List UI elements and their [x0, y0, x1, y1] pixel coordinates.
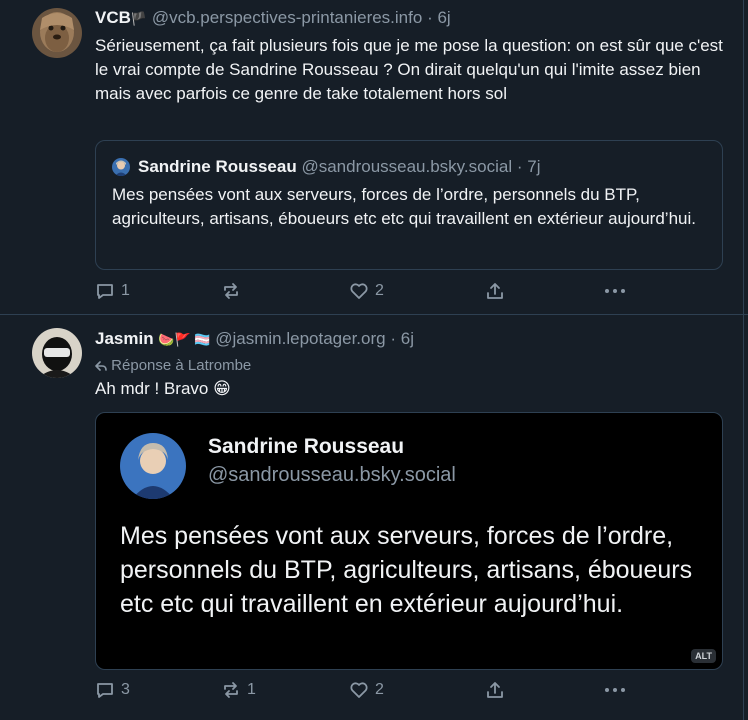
share-button[interactable] [485, 680, 505, 700]
alt-badge[interactable]: ALT [691, 649, 716, 663]
image-text: Mes pensées vont aux serveurs, forces de… [120, 522, 693, 618]
separator-dot: · [390, 329, 396, 348]
avatar-image-icon [32, 328, 82, 378]
quote-time: 7j [527, 157, 541, 176]
like-count: 2 [375, 681, 384, 698]
avatar[interactable] [32, 8, 82, 58]
more-icon [605, 289, 625, 293]
reply-button[interactable]: 3 [95, 680, 130, 700]
post-actions: 3 1 2 [95, 680, 735, 702]
repost-icon [224, 682, 238, 698]
avatar[interactable] [32, 328, 82, 378]
share-button[interactable] [485, 281, 505, 301]
post-text: Ah mdr ! Bravo 😁 [95, 379, 231, 398]
image-avatar [120, 433, 186, 499]
quote-text: Mes pensées vont aux serveurs, forces de… [112, 185, 696, 228]
more-options-button[interactable] [603, 281, 627, 301]
reply-count: 3 [121, 681, 130, 698]
reply-context[interactable]: Réponse à Latrombe [95, 357, 251, 374]
more-icon [605, 688, 625, 692]
quoted-post[interactable]: Sandrine Rousseau @sandrousseau.bsky.soc… [95, 140, 723, 270]
post-vcb[interactable]: VCB🏴 @vcb.perspectives-printanieres.info… [0, 0, 748, 314]
post-time[interactable]: 6j [401, 329, 414, 348]
more-options-button[interactable] [603, 680, 627, 700]
post-text: Sérieusement, ça fait plusieurs fois que… [95, 36, 723, 103]
heart-icon [350, 283, 368, 299]
image-author-handle: @sandrousseau.bsky.social [208, 464, 456, 486]
avatar-image-icon [120, 433, 186, 499]
reply-arrow-icon [95, 361, 107, 371]
author-name[interactable]: VCB [95, 8, 131, 27]
reply-count: 1 [121, 282, 130, 299]
repost-button[interactable] [221, 281, 247, 301]
heart-icon [350, 682, 368, 698]
reply-icon [97, 284, 113, 299]
avatar-image-icon [32, 8, 82, 58]
quote-author-name: Sandrine Rousseau [138, 157, 297, 176]
flag-icon: 🏴 [130, 11, 148, 26]
post-jasmin[interactable]: Jasmin 🍉🚩 🏳️‍⚧️ @jasmin.lepotager.org · … [0, 315, 748, 720]
like-count: 2 [375, 282, 384, 299]
quote-author-handle: @sandrousseau.bsky.social [301, 157, 513, 176]
right-border [743, 0, 744, 314]
repost-button[interactable]: 1 [221, 680, 256, 700]
flag-icons: 🍉🚩 🏳️‍⚧️ [158, 332, 211, 347]
separator-dot: · [516, 157, 523, 176]
right-border [743, 315, 744, 720]
post-actions: 1 2 [95, 281, 735, 303]
repost-count: 1 [247, 681, 256, 698]
like-button[interactable]: 2 [349, 281, 384, 301]
post-time[interactable]: 6j [437, 8, 450, 27]
quote-avatar [112, 158, 130, 176]
post-header: Jasmin 🍉🚩 🏳️‍⚧️ @jasmin.lepotager.org · … [95, 329, 414, 349]
avatar-image-icon [112, 158, 130, 176]
image-author-name: Sandrine Rousseau [208, 435, 405, 458]
repost-icon [224, 283, 238, 299]
separator-dot: · [427, 8, 433, 27]
author-handle[interactable]: @jasmin.lepotager.org [215, 329, 385, 348]
like-button[interactable]: 2 [349, 680, 384, 700]
quote-header: Sandrine Rousseau @sandrousseau.bsky.soc… [138, 157, 541, 177]
author-name[interactable]: Jasmin [95, 329, 154, 348]
share-icon [487, 283, 503, 299]
share-icon [487, 682, 503, 698]
post-image[interactable]: Sandrine Rousseau @sandrousseau.bsky.soc… [95, 412, 723, 670]
reply-icon [97, 683, 113, 698]
post-header: VCB🏴 @vcb.perspectives-printanieres.info… [95, 8, 451, 28]
reply-button[interactable]: 1 [95, 281, 130, 301]
author-handle[interactable]: @vcb.perspectives-printanieres.info [152, 8, 423, 27]
reply-context-label: Réponse à Latrombe [111, 357, 252, 374]
